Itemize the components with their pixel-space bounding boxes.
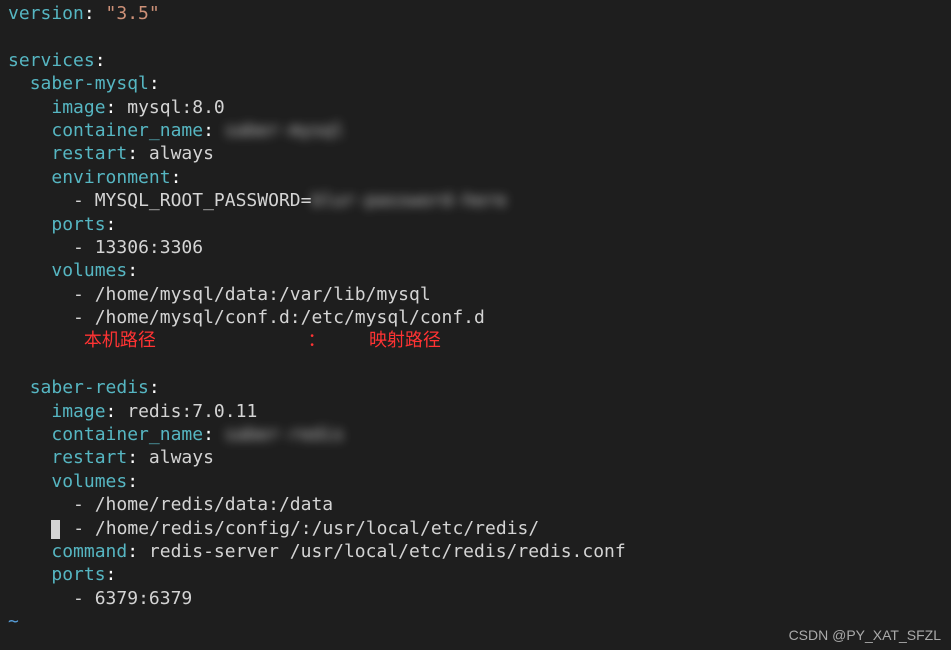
yaml-key: ports	[51, 214, 105, 235]
cursor-block	[51, 520, 60, 539]
yaml-line	[8, 353, 943, 376]
redacted-password: blur-password-here	[311, 190, 506, 211]
yaml-line: - /home/redis/config/:/usr/local/etc/red…	[8, 517, 943, 540]
yaml-value: redis-server /usr/local/etc/redis/redis.…	[149, 541, 626, 562]
annotation-mapped-path: 映射路径	[369, 330, 441, 350]
yaml-line: volumes:	[8, 259, 943, 282]
volume-mapping: /home/mysql/data:/var/lib/mysql	[95, 284, 431, 305]
yaml-line: - /home/mysql/data:/var/lib/mysql	[8, 283, 943, 306]
yaml-key: container_name	[51, 120, 203, 141]
yaml-line: saber-mysql:	[8, 72, 943, 95]
yaml-line: command: redis-server /usr/local/etc/red…	[8, 540, 943, 563]
yaml-key: container_name	[51, 424, 203, 445]
yaml-value: mysql:8.0	[127, 97, 225, 118]
code-editor: version: "3.5" services: saber-mysql: im…	[0, 0, 951, 636]
yaml-value: always	[149, 447, 214, 468]
yaml-key: ports	[51, 564, 105, 585]
annotation-line: 本机路径 ： 映射路径	[8, 329, 943, 352]
env-var: MYSQL_ROOT_PASSWORD=	[95, 190, 312, 211]
yaml-line: environment:	[8, 166, 943, 189]
port-mapping: 6379:6379	[95, 588, 193, 609]
yaml-key: version	[8, 3, 84, 24]
yaml-line: ports:	[8, 563, 943, 586]
redacted-container-name: saber-mysql	[225, 120, 344, 141]
yaml-key: command	[51, 541, 127, 562]
service-name: saber-redis	[30, 377, 149, 398]
yaml-value: redis:7.0.11	[127, 401, 257, 422]
yaml-key: volumes	[51, 260, 127, 281]
yaml-line: - 13306:3306	[8, 236, 943, 259]
yaml-line: ports:	[8, 213, 943, 236]
yaml-line: volumes:	[8, 470, 943, 493]
volume-mapping: /home/mysql/conf.d:/etc/mysql/conf.d	[95, 307, 485, 328]
yaml-line: container_name: saber-mysql	[8, 119, 943, 142]
annotation-colon: ：	[308, 330, 326, 350]
yaml-line: restart: always	[8, 446, 943, 469]
vim-tilde: ~	[8, 611, 19, 632]
yaml-line: container_name: saber-redis	[8, 423, 943, 446]
yaml-key: volumes	[51, 471, 127, 492]
yaml-value: always	[149, 143, 214, 164]
yaml-line: image: redis:7.0.11	[8, 400, 943, 423]
yaml-key: restart	[51, 447, 127, 468]
yaml-key: environment	[51, 167, 170, 188]
watermark: CSDN @PY_XAT_SFZL	[789, 626, 941, 644]
yaml-line: - 6379:6379	[8, 587, 943, 610]
yaml-line: image: mysql:8.0	[8, 96, 943, 119]
yaml-line: - MYSQL_ROOT_PASSWORD=blur-password-here	[8, 189, 943, 212]
volume-mapping: /home/redis/config/:/usr/local/etc/redis…	[95, 518, 539, 539]
volume-mapping: /home/redis/data:/data	[95, 494, 333, 515]
yaml-line: saber-redis:	[8, 376, 943, 399]
yaml-key: services	[8, 50, 95, 71]
annotation-local-path: 本机路径	[84, 330, 156, 350]
yaml-line: - /home/redis/data:/data	[8, 493, 943, 516]
yaml-line: restart: always	[8, 142, 943, 165]
yaml-key: restart	[51, 143, 127, 164]
redacted-container-name: saber-redis	[225, 424, 344, 445]
yaml-line	[8, 25, 943, 48]
yaml-version-value: "3.5"	[106, 3, 160, 24]
yaml-line: version: "3.5"	[8, 2, 943, 25]
yaml-key: image	[51, 97, 105, 118]
service-name: saber-mysql	[30, 73, 149, 94]
yaml-line: - /home/mysql/conf.d:/etc/mysql/conf.d	[8, 306, 943, 329]
port-mapping: 13306:3306	[95, 237, 203, 258]
yaml-line: services:	[8, 49, 943, 72]
yaml-key: image	[51, 401, 105, 422]
